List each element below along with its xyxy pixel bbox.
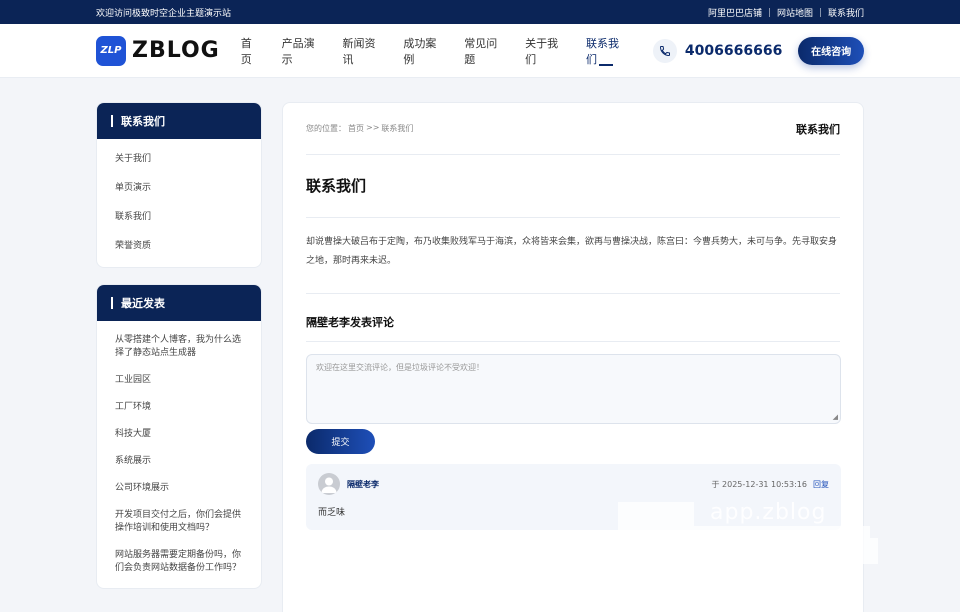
sidebar-contact-title: 联系我们: [97, 103, 261, 139]
top-links: 阿里巴巴店铺 网站地图 联系我们: [708, 6, 864, 19]
avatar-icon: [318, 473, 340, 495]
resize-handle-icon[interactable]: ◢: [833, 413, 838, 421]
article-body: 却说曹操大破吕布于定陶，布乃收集败残军马于海滨，众将皆来会集，欲再与曹操决战，陈…: [306, 218, 840, 294]
watermark-block: [798, 538, 878, 564]
phone-block: 4006666666: [652, 38, 782, 63]
comment-textarea[interactable]: 欢迎在这里交流评论，但是垃圾评论不受欢迎！ ◢: [306, 354, 841, 424]
sidebar-contact-list: 关于我们 单页演示 联系我们 荣誉资质: [97, 139, 261, 267]
phone-number[interactable]: 4006666666: [685, 43, 782, 59]
breadcrumb: 您的位置： 首页 >> 联系我们: [306, 123, 415, 134]
recent-post-link[interactable]: 工业园区: [115, 367, 243, 394]
nav-faq[interactable]: 常见问题: [464, 24, 504, 78]
nav-home[interactable]: 首页: [241, 24, 261, 78]
nav-news[interactable]: 新闻资讯: [343, 24, 383, 78]
recent-post-link[interactable]: 开发项目交付之后，你们会提供操作培训和使用文档吗？: [115, 502, 243, 542]
sidebar-link[interactable]: 单页演示: [115, 174, 243, 203]
recent-post-link[interactable]: 公司环境展示: [115, 475, 243, 502]
logo[interactable]: ZLP ZBLOG: [96, 35, 237, 66]
breadcrumb-current[interactable]: 联系我们: [381, 123, 413, 134]
consult-button[interactable]: 在线咨询: [798, 36, 865, 65]
comment-time: 于 2025-12-31 10:53:16: [711, 479, 807, 489]
comment-header: 隔壁老李 于 2025-12-31 10:53:16 回复: [318, 473, 829, 495]
top-link-contact[interactable]: 联系我们: [828, 6, 864, 19]
logo-text: ZBLOG: [132, 38, 220, 63]
breadcrumb-separator: >>: [366, 123, 380, 132]
sidebar-link[interactable]: 荣誉资质: [115, 232, 243, 261]
nav-cases[interactable]: 成功案例: [403, 24, 443, 78]
logo-mark-icon: ZLP: [96, 35, 126, 66]
nav-about[interactable]: 关于我们: [525, 24, 565, 78]
comment-author[interactable]: 隔壁老李: [347, 479, 379, 490]
sidebar-recent-list: 从零搭建个人博客，我为什么选择了静态站点生成器 工业园区 工厂环境 科技大厦 系…: [97, 321, 261, 588]
phone-icon: [652, 38, 677, 63]
comment-user: 隔壁老李: [318, 473, 379, 495]
nav-contact[interactable]: 联系我们: [586, 24, 626, 78]
page-title: 联系我们: [306, 155, 840, 218]
nav-products[interactable]: 产品演示: [282, 24, 322, 78]
recent-post-link[interactable]: 网站服务器需要定期备份吗，你们会负责网站数据备份工作吗？: [115, 542, 243, 582]
sidebar-recent-box: 最近发表 从零搭建个人博客，我为什么选择了静态站点生成器 工业园区 工厂环境 科…: [96, 284, 262, 589]
watermark-text: app.zblog: [710, 500, 827, 525]
sidebar-link[interactable]: 关于我们: [115, 145, 243, 174]
recent-post-link[interactable]: 科技大厦: [115, 421, 243, 448]
sidebar: 联系我们 关于我们 单页演示 联系我们 荣誉资质 最近发表 从零搭建个人博客，我…: [96, 102, 262, 605]
watermark-block: [618, 502, 694, 526]
watermark-block: [618, 526, 870, 538]
welcome-text: 欢迎访问极致时空企业主题演示站: [96, 8, 232, 19]
breadcrumb-row: 您的位置： 首页 >> 联系我们 联系我们: [306, 103, 840, 155]
top-link-alibaba[interactable]: 阿里巴巴店铺: [708, 6, 762, 19]
recent-post-link[interactable]: 系统展示: [115, 448, 243, 475]
top-link-sitemap[interactable]: 网站地图: [777, 6, 813, 19]
comment-meta: 于 2025-12-31 10:53:16 回复: [711, 479, 829, 490]
recent-post-link[interactable]: 工厂环境: [115, 394, 243, 421]
watermark: app.zblog: [618, 500, 918, 570]
breadcrumb-home[interactable]: 首页: [348, 123, 364, 134]
divider: [819, 7, 821, 17]
breadcrumb-prefix: 您的位置：: [306, 124, 346, 133]
comment-heading: 隔壁老李发表评论: [306, 294, 840, 342]
sidebar-link[interactable]: 联系我们: [115, 203, 243, 232]
main-nav: 首页 产品演示 新闻资讯 成功案例 常见问题 关于我们 联系我们: [241, 24, 647, 78]
section-label: 联系我们: [796, 122, 840, 136]
sidebar-contact-box: 联系我们 关于我们 单页演示 联系我们 荣誉资质: [96, 102, 262, 268]
submit-button[interactable]: 提交: [306, 429, 375, 454]
top-bar: 欢迎访问极致时空企业主题演示站 阿里巴巴店铺 网站地图 联系我们: [0, 0, 960, 24]
reply-link[interactable]: 回复: [813, 479, 829, 490]
recent-post-link[interactable]: 从零搭建个人博客，我为什么选择了静态站点生成器: [115, 327, 243, 367]
sidebar-recent-title: 最近发表: [97, 285, 261, 321]
comment-placeholder: 欢迎在这里交流评论，但是垃圾评论不受欢迎！: [316, 363, 484, 372]
divider: [768, 7, 770, 17]
header: ZLP ZBLOG 首页 产品演示 新闻资讯 成功案例 常见问题 关于我们 联系…: [0, 24, 960, 78]
